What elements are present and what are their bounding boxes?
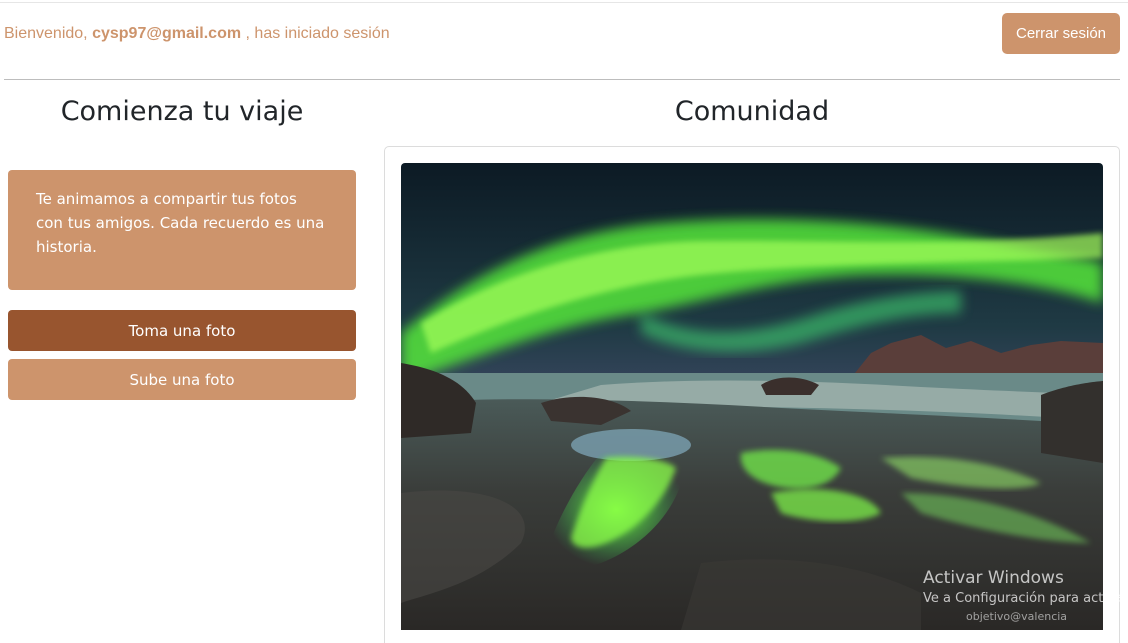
community-title: Comunidad <box>674 96 830 127</box>
photo-credit: objetivo@valencia <box>966 610 1068 623</box>
logout-button[interactable]: Cerrar sesión <box>1002 13 1120 54</box>
greeting-suffix: , has iniciado sesión <box>245 25 390 42</box>
welcome-message: Bienvenido, cysp97@gmail.com , has inici… <box>4 25 390 43</box>
user-email: cysp97@gmail.com <box>92 25 242 42</box>
aurora-landscape-image <box>401 163 1103 630</box>
intro-card: Te animamos a compartir tus fotos con tu… <box>8 170 356 290</box>
take-photo-button[interactable]: Toma una foto <box>8 310 356 351</box>
community-photo[interactable] <box>401 163 1103 630</box>
upload-photo-button[interactable]: Sube una foto <box>8 359 356 400</box>
header-divider <box>4 79 1120 80</box>
journey-title: Comienza tu viaje <box>60 96 304 127</box>
greeting-prefix: Bienvenido, <box>4 25 88 42</box>
top-border <box>0 2 1128 3</box>
page: Bienvenido, cysp97@gmail.com , has inici… <box>0 0 1128 643</box>
